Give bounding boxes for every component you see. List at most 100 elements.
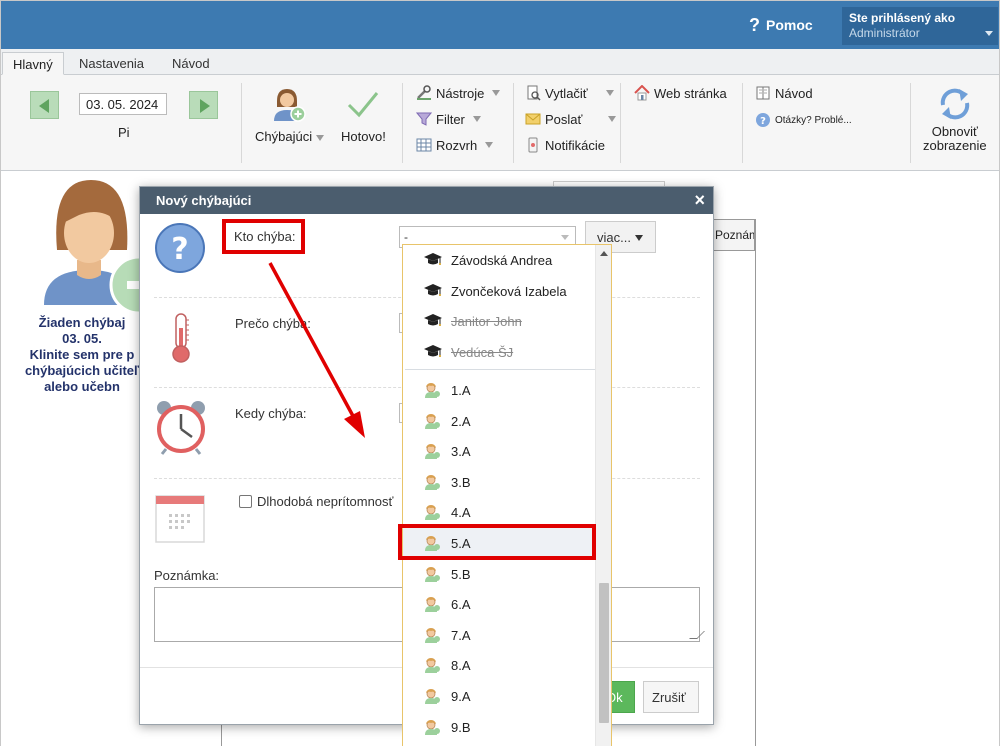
dropdown-option-class[interactable]: 8.A — [403, 650, 595, 680]
dropdown-option-class[interactable]: 9.B — [403, 712, 595, 742]
chevron-down-icon — [561, 235, 569, 240]
longterm-label: Dlhodobá neprítomnosť — [257, 494, 394, 509]
refresh-label-line2: zobrazenie — [923, 138, 987, 153]
checkbox-icon[interactable] — [239, 495, 252, 508]
dialog-title: Nový chýbajúci — [156, 193, 252, 208]
add-person-icon — [274, 89, 306, 122]
home-icon — [634, 84, 650, 101]
when-label: Kedy chýba: — [235, 406, 307, 421]
column-header-note: Poznám — [712, 219, 755, 251]
resize-grip-icon[interactable] — [689, 631, 705, 639]
cancel-label: Zrušiť — [652, 690, 686, 705]
dropdown-caret-icon — [605, 90, 614, 96]
student-icon — [423, 566, 441, 585]
send-menu[interactable]: Poslať — [525, 109, 617, 129]
dropdown-option-class[interactable]: 4.A — [403, 497, 595, 527]
website-label: Web stránka — [654, 85, 727, 101]
help-circle-icon: ? — [755, 112, 771, 128]
thermometer-icon — [172, 313, 190, 363]
checkmark-icon — [348, 92, 379, 118]
dropdown-caret-icon — [492, 90, 501, 96]
notifications-button[interactable]: Notifikácie — [525, 135, 605, 155]
tab-settings[interactable]: Nastavenia — [69, 52, 154, 75]
dropdown-option-teacher[interactable]: Janitor John — [403, 306, 595, 336]
question-circle-icon: ? — [155, 223, 205, 273]
send-label: Poslať — [545, 111, 583, 127]
student-icon — [423, 474, 441, 493]
chevron-down-icon — [985, 31, 993, 36]
scroll-up-icon[interactable] — [600, 251, 608, 256]
tools-menu[interactable]: Nástroje — [416, 83, 501, 103]
why-label: Prečo chýba: — [235, 316, 311, 331]
manual-label: Návod — [775, 85, 813, 101]
no-absent-avatar-icon — [44, 180, 149, 315]
tab-main[interactable]: Hlavný — [2, 52, 64, 75]
print-icon — [525, 85, 541, 101]
arrow-right-icon — [200, 99, 210, 113]
absent-label: Chýbajúci — [255, 129, 313, 144]
student-icon — [423, 504, 441, 523]
who-select-value: - — [404, 230, 408, 244]
dropdown-option-teacher[interactable]: Závodská Andrea — [403, 245, 595, 275]
user-menu[interactable]: Ste prihlásený ako Administrátor — [842, 7, 998, 45]
dropdown-option-class[interactable]: 5.B — [403, 559, 595, 589]
schedule-menu[interactable]: Rozvrh — [416, 135, 494, 155]
close-icon[interactable]: × — [694, 190, 705, 210]
dropdown-option-class[interactable]: 9.A — [403, 681, 595, 711]
next-day-button[interactable] — [189, 91, 218, 119]
note-label: Poznámka: — [154, 568, 220, 583]
questions-link[interactable]: ? Otázky? Problé... — [755, 110, 852, 130]
alarm-clock-icon — [157, 401, 205, 455]
login-caption: Ste prihlásený ako — [849, 11, 956, 25]
longterm-checkbox[interactable]: Dlhodobá neprítomnosť — [239, 494, 393, 509]
print-menu[interactable]: Vytlačiť — [525, 83, 614, 103]
tab-manual[interactable]: Návod — [162, 52, 220, 75]
dropdown-caret-icon — [608, 116, 617, 122]
refresh-icon — [940, 88, 970, 120]
graduation-cap-icon — [423, 313, 443, 330]
dropdown-option-teacher[interactable]: Vedúca ŠJ — [403, 337, 595, 367]
dropdown-option-class[interactable]: 3.B — [403, 467, 595, 497]
who-label: Kto chýba: — [222, 219, 305, 254]
top-header: ? Pomoc Ste prihlásený ako Administrátor — [1, 1, 999, 49]
done-button[interactable]: Hotovo! — [341, 85, 386, 144]
dropdown-option-class[interactable]: 3.A — [403, 436, 595, 466]
date-input[interactable] — [79, 93, 167, 115]
student-icon — [423, 443, 441, 462]
add-absent-button[interactable]: Chýbajúci — [255, 85, 325, 144]
previous-day-button[interactable] — [30, 91, 59, 119]
filter-label: Filter — [436, 111, 465, 127]
highlight-annotation — [398, 524, 596, 560]
questions-label: Otázky? Problé... — [775, 114, 852, 126]
help-link[interactable]: ? Pomoc — [749, 14, 813, 36]
dropdown-scrollbar[interactable] — [595, 245, 611, 746]
manual-link[interactable]: Návod — [755, 83, 813, 103]
help-label: Pomoc — [766, 17, 813, 33]
dropdown-option-class[interactable]: 2.A — [403, 406, 595, 436]
ribbon-toolbar: Pi Chýbajúci Hotovo! Nástroje Filter — [1, 75, 999, 171]
scrollbar-thumb[interactable] — [599, 583, 609, 723]
who-dropdown-list[interactable]: Závodská Andrea Zvončeková Izabela Janitor… — [402, 244, 612, 746]
dropdown-caret-icon — [316, 134, 325, 141]
dropdown-option-class[interactable]: 6.A — [403, 589, 595, 619]
filter-menu[interactable]: Filter — [415, 109, 481, 129]
graduation-cap-icon — [423, 252, 443, 269]
dropdown-option-class[interactable]: 1.A — [403, 375, 595, 405]
calendar-icon — [155, 495, 205, 543]
student-icon — [423, 413, 441, 432]
refresh-button[interactable]: Obnoviť zobrazenie — [923, 85, 987, 153]
arrow-left-icon — [39, 99, 49, 113]
caret-down-icon — [634, 235, 643, 241]
notifications-label: Notifikácie — [545, 137, 605, 153]
graduation-cap-icon — [423, 283, 443, 300]
filter-icon — [415, 111, 433, 127]
dropdown-option-teacher[interactable]: Zvončeková Izabela — [403, 276, 595, 306]
dropdown-option-class[interactable]: 7.A — [403, 620, 595, 650]
svg-text:?: ? — [171, 232, 188, 267]
cancel-button[interactable]: Zrušiť — [643, 681, 699, 713]
tools-label: Nástroje — [436, 85, 485, 101]
website-link[interactable]: Web stránka — [634, 83, 727, 103]
tools-icon — [416, 85, 432, 101]
question-icon: ? — [749, 14, 760, 35]
day-of-week: Pi — [118, 125, 130, 140]
